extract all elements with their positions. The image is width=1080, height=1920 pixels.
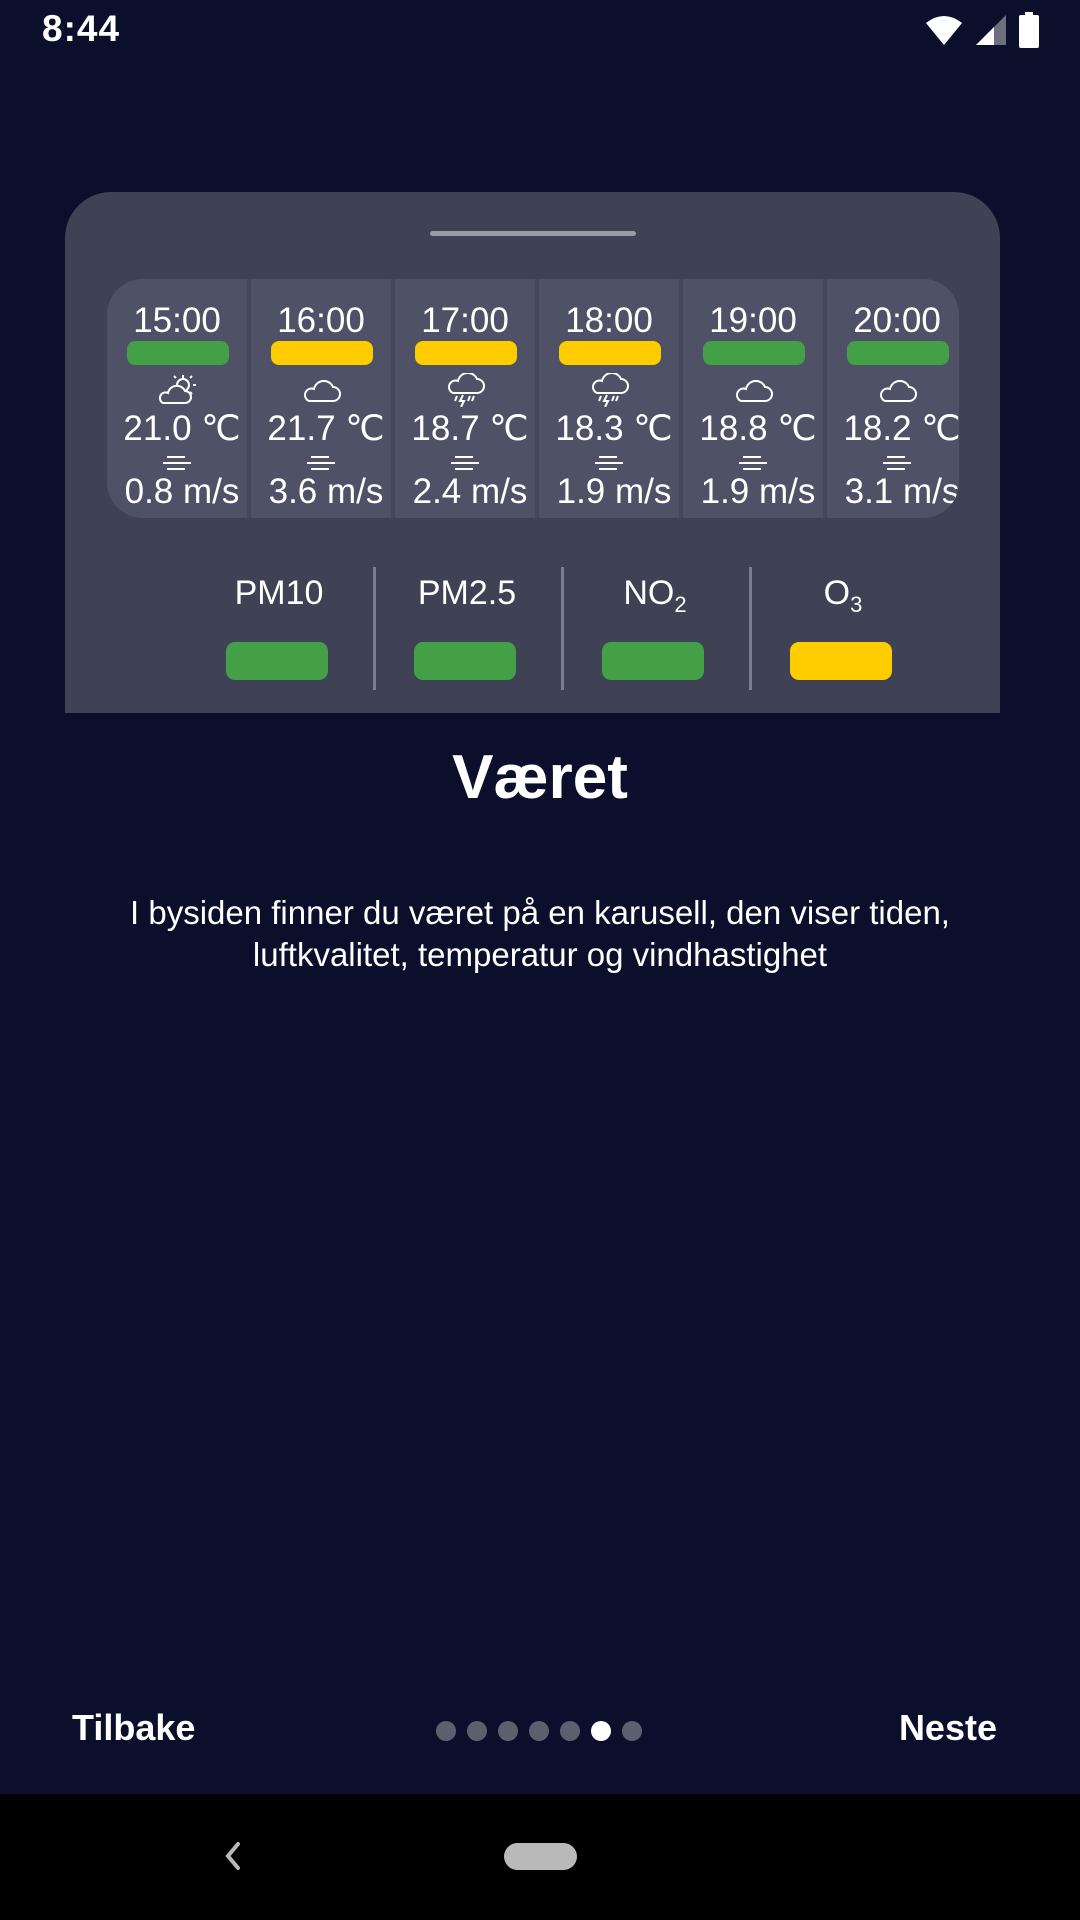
cellular-signal-icon	[976, 15, 1006, 45]
forecast-wind-speed: 2.4 m/s	[412, 472, 528, 511]
air-quality-bar	[703, 341, 805, 365]
forecast-time: 19:00	[709, 301, 797, 340]
wind-icon	[305, 454, 337, 472]
wind-icon	[161, 454, 193, 472]
page-indicator	[436, 1721, 642, 1741]
forecast-item[interactable]: 19:00 18.8 ℃ 1.9 m/s	[683, 279, 823, 518]
nav-home-button[interactable]	[504, 1843, 577, 1870]
status-time: 8:44	[42, 8, 121, 49]
page-description: I bysiden finner du været på en karusell…	[130, 894, 950, 973]
thunderstorm-icon	[587, 371, 631, 408]
forecast-item[interactable]: 15:00 21.0 ℃ 0.8 m/s	[107, 279, 247, 518]
forecast-wind-speed: 1.9 m/s	[700, 472, 816, 511]
weather-preview-card: 15:00 21.0 ℃ 0.8 m/s 16:00 21.7 ℃ 3.6 m/…	[65, 192, 1000, 713]
forecast-item[interactable]: 18:00 18.3 ℃ 1.9 m/s	[539, 279, 679, 518]
pollutant-level-badge	[414, 642, 516, 680]
pollutant-item: PM2.5	[373, 564, 561, 704]
forecast-wind-speed: 3.6 m/s	[268, 472, 384, 511]
page-dot	[529, 1721, 549, 1741]
pollutant-label: PM10	[234, 574, 324, 612]
pollutant-item: NO2	[561, 564, 749, 704]
pollutant-label: NO2	[623, 574, 687, 617]
forecast-time: 15:00	[133, 301, 221, 340]
next-button[interactable]: Neste	[899, 1707, 997, 1749]
back-button[interactable]: Tilbake	[72, 1707, 195, 1749]
cloud-icon	[299, 373, 343, 407]
pollutant-level-badge	[602, 642, 704, 680]
partly-sunny-icon	[155, 373, 199, 407]
forecast-item[interactable]: 20:00 18.2 ℃ 3.1 m/s	[827, 279, 959, 518]
pollutant-item: O3	[749, 564, 937, 704]
forecast-item[interactable]: 17:00 18.7 ℃ 2.4 m/s	[395, 279, 535, 518]
wind-icon	[737, 454, 769, 472]
status-bar: 8:44	[0, 0, 1080, 63]
pollutant-label: O3	[823, 574, 863, 617]
air-quality-bar	[127, 341, 229, 365]
battery-icon	[1019, 12, 1039, 48]
pollutant-level-badge	[790, 642, 892, 680]
pollutant-label: PM2.5	[417, 574, 517, 612]
thunderstorm-icon	[443, 371, 487, 408]
cloud-icon	[731, 373, 775, 407]
forecast-wind-speed: 3.1 m/s	[844, 472, 959, 511]
wind-icon	[449, 454, 481, 472]
wifi-icon	[926, 16, 962, 45]
pollutant-level-badge	[226, 642, 328, 680]
page-dot	[498, 1721, 518, 1741]
wind-icon	[593, 454, 625, 472]
forecast-item[interactable]: 16:00 21.7 ℃ 3.6 m/s	[251, 279, 391, 518]
forecast-temperature: 21.7 ℃	[267, 409, 385, 448]
air-quality-bar	[847, 341, 949, 365]
forecast-temperature: 18.7 ℃	[411, 409, 529, 448]
wind-icon	[881, 454, 913, 472]
pollutant-item: PM10	[185, 564, 373, 704]
forecast-carousel[interactable]: 15:00 21.0 ℃ 0.8 m/s 16:00 21.7 ℃ 3.6 m/…	[107, 279, 959, 518]
forecast-temperature: 21.0 ℃	[123, 409, 241, 448]
status-icons	[924, 12, 1040, 48]
page-dot	[467, 1721, 487, 1741]
forecast-time: 18:00	[565, 301, 653, 340]
page-title: Været	[452, 743, 628, 812]
cloud-icon	[875, 373, 919, 407]
forecast-wind-speed: 1.9 m/s	[556, 472, 672, 511]
page-dot	[560, 1721, 580, 1741]
air-quality-bar	[559, 341, 661, 365]
forecast-time: 20:00	[853, 301, 941, 340]
forecast-temperature: 18.2 ℃	[843, 409, 959, 448]
air-quality-bar	[415, 341, 517, 365]
page-dot	[622, 1721, 642, 1741]
forecast-time: 16:00	[277, 301, 365, 340]
forecast-temperature: 18.3 ℃	[555, 409, 673, 448]
air-quality-bar	[271, 341, 373, 365]
forecast-wind-speed: 0.8 m/s	[124, 472, 240, 511]
forecast-time: 17:00	[421, 301, 509, 340]
page-dot	[436, 1721, 456, 1741]
page-dot-active	[591, 1721, 611, 1741]
system-nav-bar	[0, 1794, 1080, 1920]
drag-handle	[430, 231, 636, 236]
forecast-temperature: 18.8 ℃	[699, 409, 817, 448]
nav-back-icon[interactable]	[218, 1836, 248, 1876]
